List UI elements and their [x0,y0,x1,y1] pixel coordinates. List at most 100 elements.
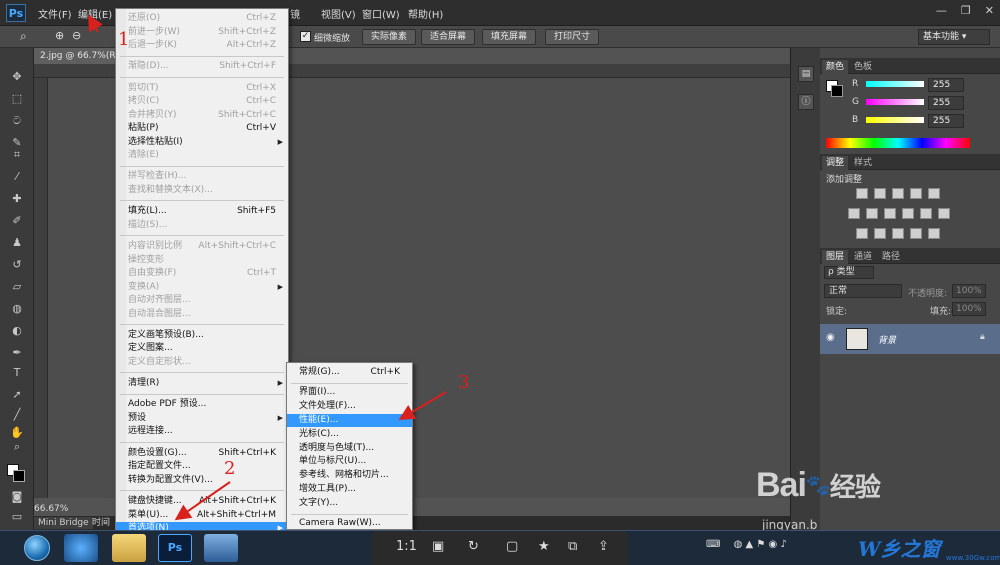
menu-window[interactable]: 窗口(W) [362,6,400,21]
copy-icon[interactable]: ⧉ [568,539,577,554]
share-icon[interactable]: ⇪ [598,539,609,554]
healing-icon[interactable]: ✚ [8,192,26,206]
start-button[interactable] [24,535,50,561]
preferences-menu-item[interactable]: Camera Raw(W)... [287,517,412,530]
edit-menu-item[interactable]: 变换(A) ▶ [116,281,288,294]
edit-menu-item[interactable]: 定义自定形状... [116,356,288,369]
opacity-field[interactable]: 100% [952,284,986,298]
hue-saturation-icon[interactable] [848,208,860,219]
preferences-menu-item[interactable]: 光标(C)... [287,428,412,441]
ie-taskbar-icon[interactable] [64,534,98,562]
edit-menu-item[interactable]: 定义图案... [116,342,288,355]
tab-layers[interactable]: 图层 [822,250,849,264]
restore-icon[interactable]: ❐ [961,4,971,17]
green-value[interactable]: 255 [928,96,964,110]
edit-menu-item[interactable]: 远程连接... [116,425,288,438]
edit-menu-item[interactable]: 剪切(T) Ctrl+X [116,82,288,95]
fit-window-icon[interactable]: ▣ [432,539,444,554]
preferences-menu-item[interactable]: 增效工具(P)... [287,483,412,496]
edit-menu-item[interactable]: 定义画笔预设(B)... [116,329,288,342]
zoom-out-icon[interactable]: ⊖ [72,29,81,42]
edit-menu-item[interactable]: 清理(R) ▶ [116,377,288,390]
posterize-icon[interactable] [874,228,886,239]
menu-help[interactable]: 帮助(H) [408,6,443,21]
color-balance-icon[interactable] [866,208,878,219]
tab-color[interactable]: 颜色 [822,60,849,74]
curves-icon[interactable] [892,188,904,199]
history-panel-icon[interactable]: ▤ [798,66,814,82]
vibrance-icon[interactable] [928,188,940,199]
edit-menu-item[interactable]: 清除(E) [116,149,288,162]
preferences-menu-item[interactable]: 性能(E)... [287,413,412,427]
edit-menu-item[interactable]: 指定配置文件... [116,460,288,473]
edit-menu-item[interactable]: 还原(O) Ctrl+Z [116,12,288,25]
scrubby-zoom-checkbox[interactable]: ✓ [300,31,311,42]
keyboard-icon[interactable]: ⌨ [706,539,720,550]
workspace-select[interactable]: 基本功能 ▾ [918,29,990,45]
preferences-menu-item[interactable]: 文件处理(F)... [287,400,412,413]
blue-slider[interactable]: B 255 [824,114,994,128]
explorer-taskbar-icon[interactable] [112,534,146,562]
actual-pixels-button[interactable]: 实际像素 [362,29,417,45]
preferences-menu-item[interactable]: 界面(I)... [287,386,412,399]
edit-menu-item[interactable]: 菜单(U)... Alt+Shift+Ctrl+M [116,509,288,522]
tab-channels[interactable]: 通道 [850,250,876,264]
marquee-icon[interactable]: ⬚ [8,92,26,106]
edit-menu-item[interactable]: 合并拷贝(Y) Shift+Ctrl+C [116,109,288,122]
tray-icons[interactable]: ◍ ▲ ⚑ ◉ ♪ [734,539,787,550]
tab-paths[interactable]: 路径 [878,250,904,264]
edit-menu-item[interactable]: 拼写检查(H)... [116,170,288,183]
print-size-button[interactable]: 打印尺寸 [545,29,600,45]
color-spectrum[interactable] [826,138,970,148]
rotate-icon[interactable]: ↻ [468,539,479,554]
edit-menu-item[interactable]: 描边(S)... [116,219,288,232]
selective-color-icon[interactable] [928,228,940,239]
preferences-menu-item[interactable]: 文字(Y)... [287,497,412,510]
edit-menu-item[interactable]: 键盘快捷键... Alt+Shift+Ctrl+K [116,495,288,508]
edit-menu-item[interactable]: 内容识别比例 Alt+Shift+Ctrl+C [116,240,288,253]
bucket-icon[interactable]: ◍ [8,302,26,316]
save-icon[interactable]: ▢ [506,539,518,554]
edit-menu-item[interactable]: 操控变形 [116,254,288,267]
edit-menu-item[interactable]: 渐隐(D)... Shift+Ctrl+F [116,60,288,73]
edit-menu-item[interactable]: 自由变换(F) Ctrl+T [116,267,288,280]
edit-menu-item[interactable]: 选择性粘贴(I) ▶ [116,136,288,149]
menu-file[interactable]: 文件(F) [38,6,72,21]
fit-screen-button[interactable]: 适合屏幕 [421,29,476,45]
zoom-tool-icon[interactable]: ⌕ [20,29,27,44]
tab-styles[interactable]: 样式 [850,156,876,170]
lasso-icon[interactable]: ට [8,114,26,128]
actual-size-button[interactable]: 1:1 [396,539,417,554]
edit-menu-item[interactable]: 填充(L)... Shift+F5 [116,205,288,218]
line-icon[interactable]: ╱ [8,408,26,422]
preferences-menu-item[interactable]: 常规(G)... Ctrl+K [287,366,412,379]
color-lookup-icon[interactable] [938,208,950,219]
edit-menu-item[interactable]: 自动混合图层... [116,308,288,321]
menu-view[interactable]: 视图(V) [321,6,356,21]
gradient-map-icon[interactable] [910,228,922,239]
green-slider[interactable]: G 255 [824,96,994,110]
black-white-icon[interactable] [884,208,896,219]
text-icon[interactable]: T [8,366,26,380]
favorite-icon[interactable]: ★ [538,539,550,554]
layer-name[interactable]: 背景 [878,333,896,346]
properties-panel-icon[interactable]: ⓘ [798,94,814,110]
path-select-icon[interactable]: ➚ [8,388,26,402]
document-tab[interactable]: 2.jpg @ 66.7%(RG [34,48,124,64]
history-brush-icon[interactable]: ↺ [8,258,26,272]
channel-mixer-icon[interactable] [920,208,932,219]
timeline-tab[interactable]: 时间 [88,517,114,529]
blur-icon[interactable]: ◐ [8,324,26,338]
edit-menu-item[interactable]: Adobe PDF 预设... [116,398,288,411]
background-color-swatch[interactable] [13,470,25,482]
red-value[interactable]: 255 [928,78,964,92]
quick-mask-icon[interactable]: ◙ [8,490,26,504]
preferences-menu-item[interactable]: 参考线、网格和切片... [287,469,412,482]
preferences-menu-item[interactable]: 透明度与色域(T)... [287,442,412,455]
fill-field[interactable]: 100% [952,302,986,316]
brightness-icon[interactable] [856,188,868,199]
red-slider[interactable]: R 255 [824,78,994,92]
invert-icon[interactable] [856,228,868,239]
preferences-menu-item[interactable]: 单位与标尺(U)... [287,455,412,468]
mini-bridge-tab[interactable]: Mini Bridge [34,517,93,529]
